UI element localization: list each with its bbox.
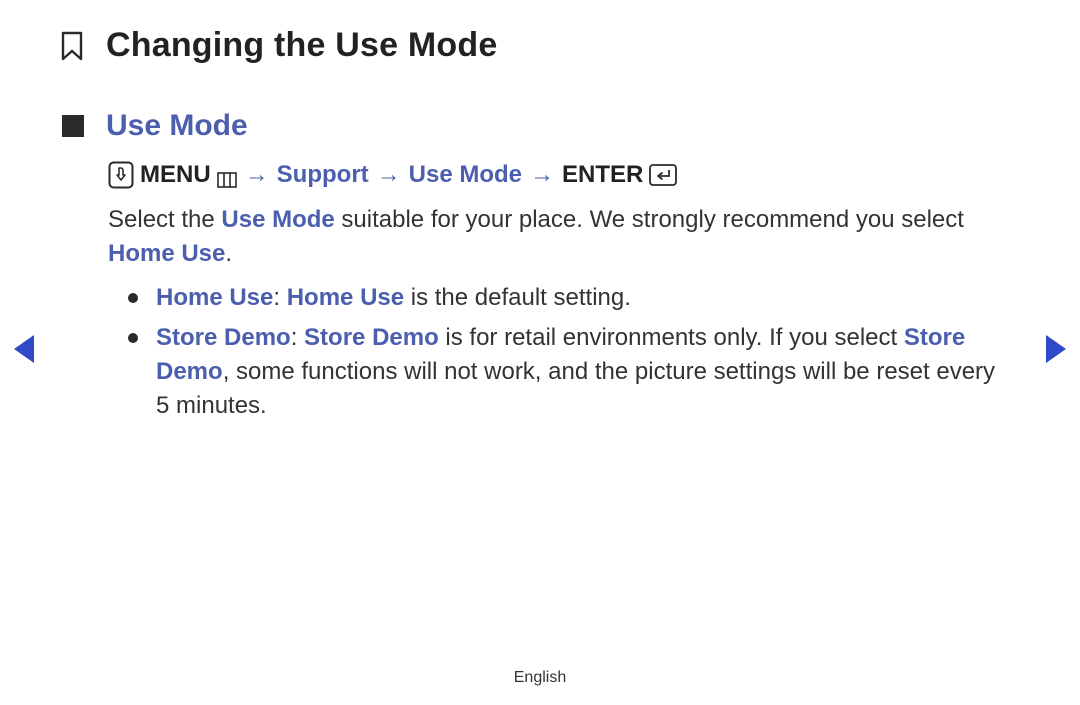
enter-label: ENTER	[562, 161, 643, 189]
hand-touch-icon	[108, 161, 134, 189]
breadcrumb-support: Support	[277, 161, 369, 189]
intro-text: .	[225, 240, 232, 267]
menu-bars-icon	[217, 167, 237, 183]
arrow-icon: →	[528, 161, 556, 189]
list-item-text: Store Demo: Store Demo is for retail env…	[156, 321, 1000, 423]
bookmark-icon	[60, 31, 84, 61]
bullet-dot-icon	[128, 293, 138, 303]
enter-icon	[649, 164, 677, 186]
intro-text: suitable for your place. We strongly rec…	[335, 206, 964, 233]
store-demo-inline: Store Demo	[304, 324, 439, 351]
menu-label: MENU	[140, 161, 211, 189]
store-demo-mid1: is for retail environments only. If you …	[439, 324, 904, 351]
list-sep: :	[273, 284, 286, 311]
menu-path-breadcrumb: MENU → Support → Use Mode → ENTER	[108, 161, 1020, 189]
store-demo-mid2: , some functions will not work, and the …	[156, 358, 995, 419]
intro-keyword-use-mode: Use Mode	[221, 206, 334, 233]
square-bullet-icon	[62, 115, 84, 137]
intro-keyword-home-use: Home Use	[108, 240, 225, 267]
arrow-icon: →	[243, 161, 271, 189]
section-heading: Use Mode	[106, 109, 248, 143]
list-item-text: Home Use: Home Use is the default settin…	[156, 281, 631, 315]
page-title-row: Changing the Use Mode	[60, 26, 1020, 65]
prev-page-button[interactable]	[14, 335, 34, 363]
list-sep: :	[291, 324, 304, 351]
home-use-inline: Home Use	[287, 284, 404, 311]
breadcrumb-use-mode: Use Mode	[409, 161, 522, 189]
arrow-icon: →	[375, 161, 403, 189]
next-page-button[interactable]	[1046, 335, 1066, 363]
list-item: Home Use: Home Use is the default settin…	[128, 281, 1000, 315]
intro-text: Select the	[108, 206, 221, 233]
store-demo-label: Store Demo	[156, 324, 291, 351]
footer-language: English	[0, 669, 1080, 687]
section-heading-row: Use Mode	[60, 109, 1020, 143]
list-item: Store Demo: Store Demo is for retail env…	[128, 321, 1000, 423]
home-use-rest: is the default setting.	[404, 284, 631, 311]
bullet-list: Home Use: Home Use is the default settin…	[128, 281, 1000, 423]
page-title: Changing the Use Mode	[106, 26, 497, 65]
intro-paragraph: Select the Use Mode suitable for your pl…	[108, 203, 1010, 271]
bullet-dot-icon	[128, 333, 138, 343]
home-use-label: Home Use	[156, 284, 273, 311]
